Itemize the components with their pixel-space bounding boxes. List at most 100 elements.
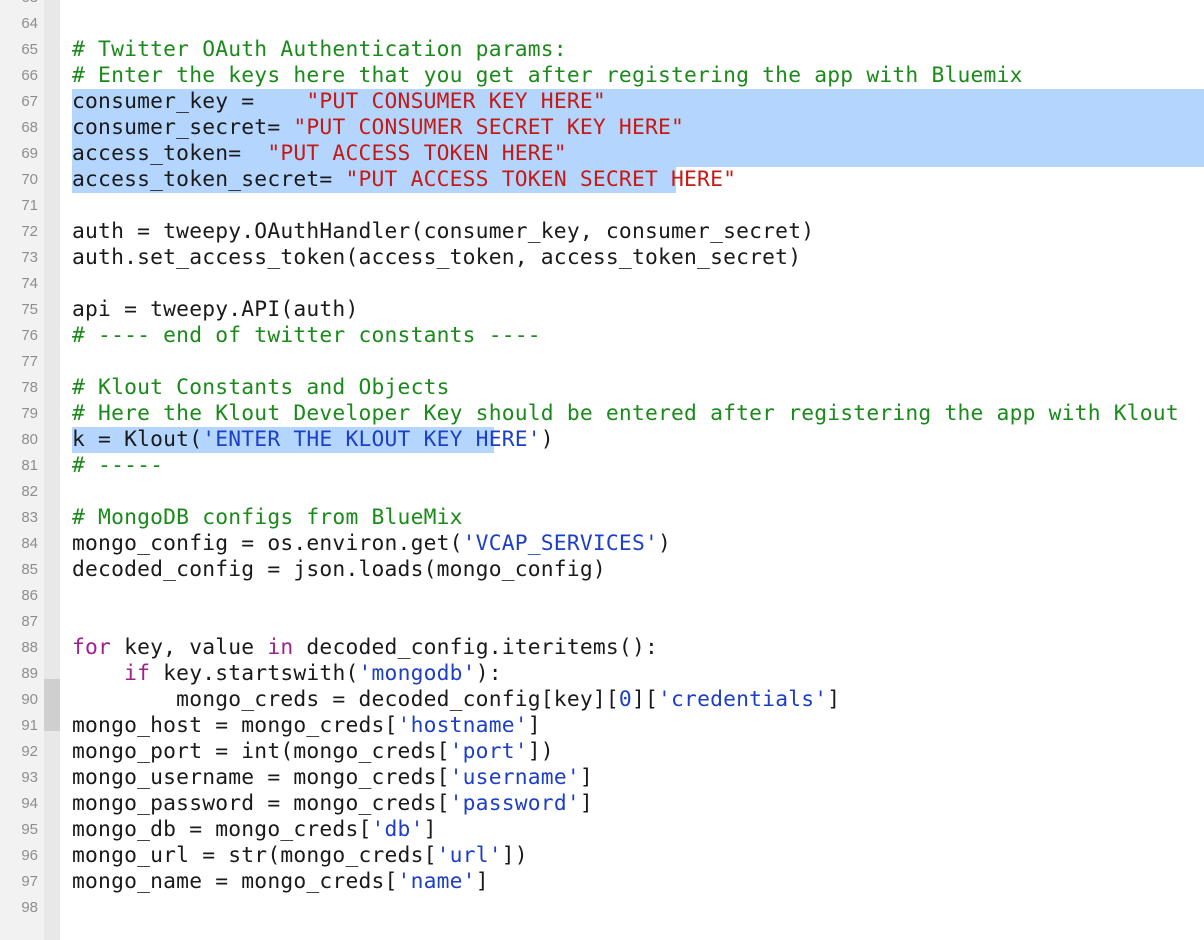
code-token: mongo_url = str(mongo_creds[ <box>72 843 437 868</box>
code-token: auth.set_access_token(access_token, acce… <box>72 245 802 270</box>
line-number: 65 <box>21 41 38 58</box>
code-token: ] <box>827 687 841 712</box>
line-code: # MongoDB configs from BlueMix <box>72 505 463 531</box>
line-number: 81 <box>21 457 38 474</box>
code-line[interactable]: 69 access_token= "PUT ACCESS TOKEN HERE" <box>0 141 1204 167</box>
code-line[interactable]: 71 <box>0 193 1204 219</box>
code-line[interactable]: 75 api = tweepy.API(auth) <box>0 297 1204 323</box>
code-line[interactable]: 74 <box>0 271 1204 297</box>
code-editor[interactable]: 63 64 65 # Twitter OAuth Authentication pa… <box>0 0 1204 940</box>
code-line[interactable]: 76 # ---- end of twitter constants ---- <box>0 323 1204 349</box>
code-token: access_token_secret= <box>72 167 346 192</box>
line-code: mongo_port = int(mongo_creds['port']) <box>72 739 554 765</box>
code-line[interactable]: 70 access_token_secret= "PUT ACCESS TOKEN… <box>0 167 1204 193</box>
code-token: "PUT ACCESS TOKEN SECRET HERE" <box>345 167 737 192</box>
code-token: key.startswith( <box>150 661 359 686</box>
code-token: "PUT CONSUMER KEY HERE" <box>306 89 606 114</box>
code-token: mongo_config = os.environ.get( <box>72 531 463 556</box>
code-line[interactable]: 88 for key, value in decoded_config.iteri… <box>0 635 1204 661</box>
code-line[interactable]: 94 mongo_password = mongo_creds['password… <box>0 791 1204 817</box>
code-text-area[interactable]: 63 64 65 # Twitter OAuth Authentication pa… <box>0 0 1204 921</box>
line-code: mongo_url = str(mongo_creds['url']) <box>72 843 528 869</box>
line-number: 87 <box>21 613 38 630</box>
code-line[interactable]: 79 # Here the Klout Developer Key should … <box>0 401 1204 427</box>
code-line[interactable]: 87 <box>0 609 1204 635</box>
code-line[interactable]: 89 if key.startswith('mongodb'): <box>0 661 1204 687</box>
code-token: 'mongodb' <box>358 661 476 686</box>
line-number: 90 <box>21 691 38 708</box>
code-token: ] <box>423 817 437 842</box>
code-line[interactable]: 86 <box>0 583 1204 609</box>
code-token: 'db' <box>371 817 424 842</box>
code-line[interactable]: 84 mongo_config = os.environ.get('VCAP_SE… <box>0 531 1204 557</box>
line-code: consumer_key = "PUT CONSUMER KEY HERE" <box>72 89 606 115</box>
line-number: 68 <box>21 119 38 136</box>
code-token: ) <box>540 427 554 452</box>
line-number: 82 <box>21 483 38 500</box>
line-code: access_token_secret= "PUT ACCESS TOKEN S… <box>72 167 736 193</box>
code-line[interactable]: 80 k = Klout('ENTER THE KLOUT KEY HERE') <box>0 427 1204 453</box>
code-token: ) <box>657 531 672 556</box>
line-code: mongo_creds = decoded_config[key][0]['cr… <box>72 687 840 713</box>
code-token: "PUT ACCESS TOKEN HERE" <box>267 141 567 166</box>
code-token: ]) <box>527 739 554 764</box>
code-line[interactable]: 98 <box>0 895 1204 921</box>
line-code: # Here the Klout Developer Key should be… <box>72 401 1179 427</box>
line-number: 70 <box>21 171 38 188</box>
line-number: 83 <box>21 509 38 526</box>
code-line[interactable]: 93 mongo_username = mongo_creds['username… <box>0 765 1204 791</box>
code-token: 'password' <box>449 791 580 816</box>
code-line[interactable]: 63 <box>0 0 1204 11</box>
code-line[interactable]: 83 # MongoDB configs from BlueMix <box>0 505 1204 531</box>
code-token: api = tweepy.API(auth) <box>72 297 359 322</box>
code-line[interactable]: 90 mongo_creds = decoded_config[key][0][… <box>0 687 1204 713</box>
line-code: mongo_db = mongo_creds['db'] <box>72 817 437 843</box>
line-code: # ----- <box>72 453 163 479</box>
line-code: consumer_secret= "PUT CONSUMER SECRET KE… <box>72 115 684 141</box>
code-token: # Enter the keys here that you get after… <box>72 63 1023 88</box>
code-token: 'port' <box>449 739 528 764</box>
code-token: 'url' <box>436 843 502 868</box>
code-token: mongo_host = mongo_creds[ <box>72 713 398 738</box>
line-code: # ---- end of twitter constants ---- <box>72 323 541 349</box>
code-line[interactable]: 81 # ----- <box>0 453 1204 479</box>
code-line[interactable]: 85 decoded_config = json.loads(mongo_conf… <box>0 557 1204 583</box>
code-line[interactable]: 82 <box>0 479 1204 505</box>
code-line[interactable]: 97 mongo_name = mongo_creds['name'] <box>0 869 1204 895</box>
code-token: if <box>124 661 151 686</box>
code-token: 'ENTER THE KLOUT KEY HERE' <box>202 427 541 452</box>
code-token: mongo_password = mongo_creds[ <box>72 791 450 816</box>
line-code: k = Klout('ENTER THE KLOUT KEY HERE') <box>72 427 554 453</box>
line-number: 73 <box>21 249 38 266</box>
line-number: 86 <box>21 587 38 604</box>
code-line[interactable]: 77 <box>0 349 1204 375</box>
line-number: 71 <box>21 197 38 214</box>
code-line[interactable]: 73 auth.set_access_token(access_token, ac… <box>0 245 1204 271</box>
line-number: 75 <box>21 301 38 318</box>
line-number: 97 <box>21 873 38 890</box>
line-code <box>72 0 723 11</box>
code-line[interactable]: 67 consumer_key = "PUT CONSUMER KEY HERE" <box>0 89 1204 115</box>
code-line[interactable]: 72 auth = tweepy.OAuthHandler(consumer_ke… <box>0 219 1204 245</box>
code-token: ] <box>527 713 541 738</box>
code-line[interactable]: 78 # Klout Constants and Objects <box>0 375 1204 401</box>
line-number: 72 <box>21 223 38 240</box>
code-token: mongo_name = mongo_creds[ <box>72 869 398 894</box>
line-code: if key.startswith('mongodb'): <box>72 661 502 687</box>
line-code: # Twitter OAuth Authentication params: <box>72 37 567 63</box>
code-line[interactable]: 91 mongo_host = mongo_creds['hostname'] <box>0 713 1204 739</box>
code-line[interactable]: 66 # Enter the keys here that you get aft… <box>0 63 1204 89</box>
code-token: ]) <box>501 843 528 868</box>
code-line[interactable]: 64 <box>0 11 1204 37</box>
code-line[interactable]: 65 # Twitter OAuth Authentication params: <box>0 37 1204 63</box>
line-number: 79 <box>21 405 38 422</box>
code-line[interactable]: 95 mongo_db = mongo_creds['db'] <box>0 817 1204 843</box>
code-token: # Here the Klout Developer Key should be… <box>72 401 1179 426</box>
code-line[interactable]: 96 mongo_url = str(mongo_creds['url']) <box>0 843 1204 869</box>
code-line[interactable]: 68 consumer_secret= "PUT CONSUMER SECRET … <box>0 115 1204 141</box>
code-line[interactable]: 92 mongo_port = int(mongo_creds['port']) <box>0 739 1204 765</box>
code-token: 0 <box>618 687 632 712</box>
code-token: auth = tweepy.OAuthHandler(consumer_key,… <box>72 219 815 244</box>
line-code: mongo_host = mongo_creds['hostname'] <box>72 713 541 739</box>
